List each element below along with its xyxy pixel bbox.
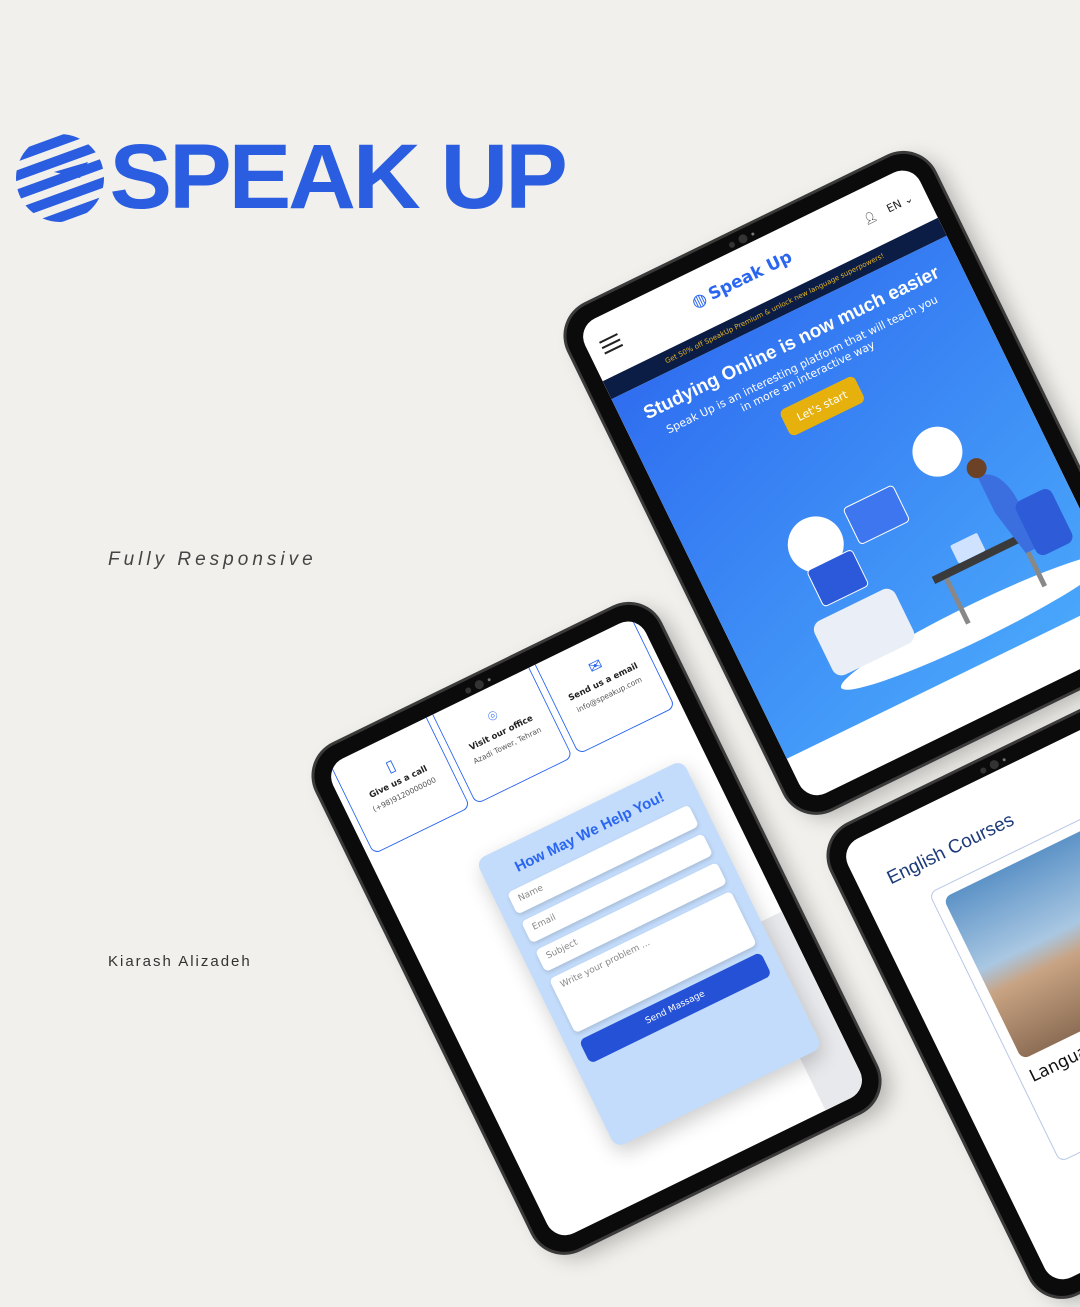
chevron-down-icon: ⌄ — [901, 191, 916, 207]
hamburger-menu-icon[interactable] — [599, 333, 624, 355]
language-select[interactable]: EN ⌄ — [884, 191, 915, 215]
author-name: Kiarash Alizadeh — [108, 953, 252, 970]
brand-logo: SPEAK UP — [14, 125, 568, 230]
language-label: EN — [884, 196, 904, 216]
tagline: Fully Responsive — [108, 549, 317, 570]
user-icon[interactable]: 👤︎ — [861, 209, 879, 227]
location-pin-icon: ⌾ — [484, 705, 502, 727]
brand-name: SPEAK UP — [109, 126, 568, 228]
striped-globe-icon — [16, 133, 104, 222]
contact-form: How May We Help You! Name Email Subject … — [475, 759, 823, 1149]
phone-icon: ▯ — [382, 755, 399, 777]
mail-icon: ✉ — [585, 654, 606, 678]
